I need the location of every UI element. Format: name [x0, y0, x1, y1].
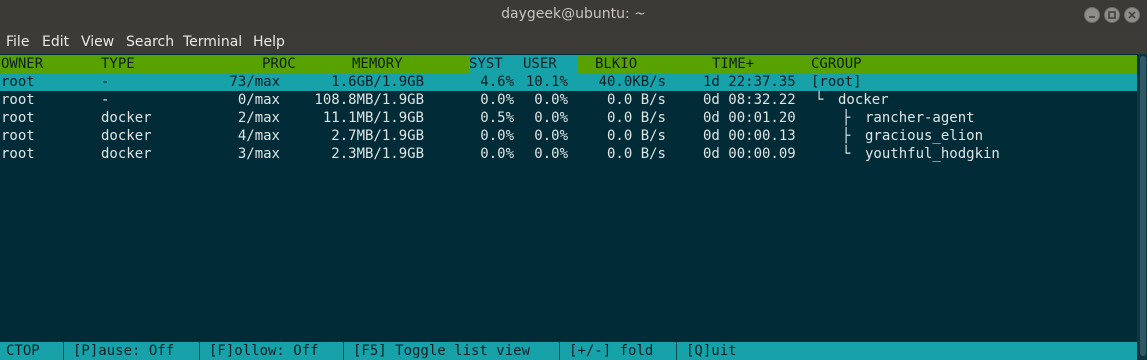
tree-branch: └: [815, 92, 824, 108]
cgroup-cell: gracious_elion: [865, 128, 984, 144]
syst-cell: 4.6%: [480, 74, 514, 90]
fold-control[interactable]: [+/-] fold: [569, 342, 653, 360]
menu-bar: File Edit View Search Terminal Help: [0, 30, 1147, 54]
maximize-icon: [1108, 11, 1116, 19]
syst-cell: 0.0%: [480, 92, 514, 108]
quit-control[interactable]: [Q]uit: [686, 342, 737, 360]
syst-cell: 0.5%: [480, 110, 514, 126]
menu-search[interactable]: Search: [126, 34, 174, 50]
blkio-cell: 0.0 B/s: [606, 128, 666, 144]
col-cgroup-header[interactable]: CGROUP: [811, 55, 862, 73]
memory-cell: 2.7MB/1.9GB: [331, 128, 424, 144]
owner-cell: root: [1, 146, 35, 162]
scrollbar-thumb[interactable]: [1140, 56, 1146, 356]
cgroup-cell: docker: [838, 92, 889, 108]
app-name: CTOP: [6, 343, 40, 359]
table-row[interactable]: root - 73/max 1.6GB/1.9GB 4.6% 10.1% 40.…: [0, 73, 1137, 91]
syst-cell: 0.0%: [480, 128, 514, 144]
menu-view[interactable]: View: [81, 34, 114, 50]
owner-cell: root: [1, 110, 35, 126]
blkio-cell: 0.0 B/s: [606, 110, 666, 126]
type-cell: -: [101, 92, 110, 108]
tree-branch: ├: [842, 110, 851, 126]
minimize-icon: [1089, 16, 1095, 18]
table-header: OWNER TYPE PROC MEMORY SYST USER BLKIO T…: [0, 55, 1137, 73]
col-blkio-header[interactable]: BLKIO: [595, 55, 637, 73]
close-icon: [1128, 11, 1136, 19]
col-time-header[interactable]: TIME+: [712, 55, 754, 73]
table-row[interactable]: root docker 4/max 2.7MB/1.9GB 0.0% 0.0% …: [0, 127, 1137, 145]
window-title: daygeek@ubuntu: ~: [501, 6, 646, 22]
proc-cell: 0/max: [237, 92, 280, 108]
scrollbar[interactable]: [1137, 54, 1147, 360]
proc-cell: 73/max: [229, 74, 280, 90]
blkio-cell: 0.0 B/s: [606, 146, 666, 162]
table-row[interactable]: root docker 3/max 2.3MB/1.9GB 0.0% 0.0% …: [0, 145, 1137, 163]
memory-cell: 1.6GB/1.9GB: [331, 74, 424, 90]
owner-cell: root: [1, 92, 35, 108]
user-cell: 0.0%: [534, 110, 568, 126]
toggle-list-view[interactable]: [F5] Toggle list view: [353, 342, 530, 360]
menu-file[interactable]: File: [6, 34, 29, 50]
close-button[interactable]: [1124, 7, 1140, 23]
time-cell: 0d 00:00.13: [703, 128, 796, 144]
type-cell: docker: [101, 110, 152, 126]
blkio-cell: 40.0KB/s: [598, 74, 666, 90]
tree-branch: └: [842, 146, 851, 162]
memory-cell: 108.8MB/1.9GB: [314, 92, 424, 108]
col-memory-header[interactable]: MEMORY: [352, 55, 403, 73]
terminal-content[interactable]: OWNER TYPE PROC MEMORY SYST USER BLKIO T…: [0, 54, 1147, 360]
minimize-button[interactable]: [1084, 7, 1100, 23]
cgroup-cell: [root]: [811, 74, 862, 90]
time-cell: 1d 22:37.35: [703, 74, 796, 90]
col-type-header[interactable]: TYPE: [101, 55, 135, 73]
proc-cell: 3/max: [237, 146, 280, 162]
divider: [676, 342, 677, 360]
menu-edit[interactable]: Edit: [42, 34, 69, 50]
table-row[interactable]: root - 0/max 108.8MB/1.9GB 0.0% 0.0% 0.0…: [0, 91, 1137, 109]
time-cell: 0d 08:32.22: [703, 92, 796, 108]
owner-cell: root: [1, 128, 35, 144]
user-cell: 10.1%: [525, 74, 568, 90]
terminal-window: daygeek@ubuntu: ~ File Edit View Search …: [0, 0, 1147, 360]
menu-terminal[interactable]: Terminal: [183, 34, 242, 50]
syst-cell: 0.0%: [480, 146, 514, 162]
cgroup-cell: youthful_hodgkin: [865, 146, 1000, 162]
user-cell: 0.0%: [534, 128, 568, 144]
owner-cell: root: [1, 74, 35, 90]
divider: [63, 342, 64, 360]
memory-cell: 2.3MB/1.9GB: [331, 146, 424, 162]
proc-cell: 2/max: [237, 110, 280, 126]
maximize-button[interactable]: [1104, 7, 1120, 23]
col-syst-header[interactable]: SYST: [469, 55, 503, 73]
status-bar: CTOP [P]ause: Off [F]ollow: Off [F5] Tog…: [0, 342, 1137, 360]
user-cell: 0.0%: [534, 146, 568, 162]
title-bar[interactable]: daygeek@ubuntu: ~: [0, 0, 1147, 31]
follow-toggle[interactable]: [F]ollow: Off: [209, 342, 319, 360]
type-cell: docker: [101, 146, 152, 162]
blkio-cell: 0.0 B/s: [606, 92, 666, 108]
time-cell: 0d 00:01.20: [703, 110, 796, 126]
time-cell: 0d 00:00.09: [703, 146, 796, 162]
divider: [199, 342, 200, 360]
divider: [343, 342, 344, 360]
pause-toggle[interactable]: [P]ause: Off: [73, 342, 174, 360]
col-owner-header[interactable]: OWNER: [1, 55, 43, 73]
col-user-header[interactable]: USER: [523, 55, 557, 73]
table-row[interactable]: root docker 2/max 11.1MB/1.9GB 0.5% 0.0%…: [0, 109, 1137, 127]
user-cell: 0.0%: [534, 92, 568, 108]
menu-help[interactable]: Help: [253, 34, 285, 50]
col-proc-header[interactable]: PROC: [262, 55, 296, 73]
divider: [559, 342, 560, 360]
proc-cell: 4/max: [237, 128, 280, 144]
type-cell: -: [101, 74, 110, 90]
cgroup-cell: rancher-agent: [865, 110, 975, 126]
memory-cell: 11.1MB/1.9GB: [322, 110, 424, 126]
type-cell: docker: [101, 128, 152, 144]
tree-branch: ├: [842, 128, 851, 144]
